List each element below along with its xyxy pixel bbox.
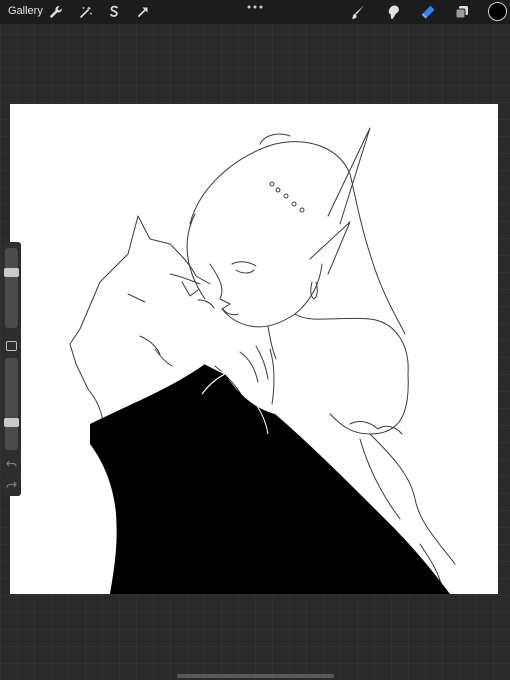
cloak-shape <box>90 364 450 594</box>
brush-size-thumb[interactable] <box>4 268 19 277</box>
brush-icon[interactable] <box>349 3 367 21</box>
undo-icon[interactable] <box>5 457 18 470</box>
brush-size-slider[interactable] <box>4 248 19 328</box>
more-options-icon[interactable] <box>246 4 264 10</box>
brush-sidebar <box>2 242 21 496</box>
opacity-thumb[interactable] <box>4 418 19 427</box>
artwork-illustration <box>69 127 456 594</box>
top-toolbar: Gallery <box>0 0 510 24</box>
smudge-icon[interactable] <box>385 3 403 21</box>
modify-button[interactable] <box>6 341 17 351</box>
color-picker-button[interactable] <box>488 2 507 21</box>
magic-wand-icon[interactable] <box>77 3 95 21</box>
wrench-icon[interactable] <box>47 3 65 21</box>
transform-arrow-icon[interactable] <box>134 3 152 21</box>
layers-icon[interactable] <box>453 3 471 21</box>
gallery-button[interactable]: Gallery <box>8 4 43 19</box>
redo-icon[interactable] <box>5 478 18 491</box>
home-indicator <box>177 674 334 678</box>
eraser-icon[interactable] <box>419 3 437 21</box>
opacity-slider[interactable] <box>4 358 19 450</box>
selection-s-icon[interactable] <box>105 3 123 21</box>
drawing-canvas[interactable] <box>10 104 498 594</box>
